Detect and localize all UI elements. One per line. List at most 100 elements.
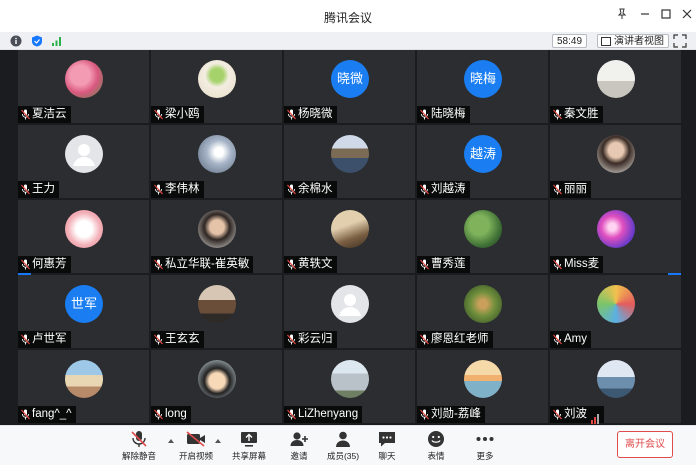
network-signal-icon[interactable] [51, 35, 63, 47]
participant-tile[interactable]: 私立华联-崔英敏 [151, 200, 282, 273]
participant-avatar [597, 60, 635, 98]
default-avatar-icon [65, 135, 103, 173]
unmute-label: 解除静音 [121, 451, 156, 461]
participant-avatar [65, 360, 103, 398]
participant-tile[interactable]: 廖恩红老师 [417, 275, 548, 348]
info-icon[interactable] [10, 35, 22, 47]
chat-button[interactable]: 聊天 [365, 430, 409, 464]
more-button[interactable]: 更多 [463, 430, 507, 464]
participant-avatar [65, 60, 103, 98]
participant-avatar: 晓梅 [464, 60, 502, 98]
participant-tile[interactable]: 世军 卢世军 [18, 275, 149, 348]
microphone-muted-icon [154, 184, 163, 195]
leave-meeting-button[interactable]: 离开会议 [617, 431, 673, 458]
participant-name: 曹秀莲 [431, 258, 466, 270]
microphone-muted-icon [21, 259, 30, 270]
participant-name-tag: 陆晓梅 [417, 106, 470, 123]
participant-tile[interactable]: 王力 [18, 125, 149, 198]
participant-name: 何惠芳 [32, 258, 67, 270]
participant-name: 余棉水 [298, 183, 333, 195]
participant-tile[interactable]: 余棉水 [284, 125, 415, 198]
default-avatar-icon [331, 285, 369, 323]
participant-tile[interactable]: long [151, 350, 282, 423]
participant-tile[interactable]: fang^_^ [18, 350, 149, 423]
microphone-muted-icon [154, 409, 163, 420]
audio-level-icon [591, 407, 600, 424]
participant-avatar [597, 210, 635, 248]
participant-name-tag: 曹秀莲 [417, 256, 470, 273]
reactions-button[interactable]: 表情 [414, 430, 458, 464]
participant-name: Miss麦 [564, 258, 600, 270]
microphone-muted-icon [553, 334, 562, 345]
shield-icon[interactable] [31, 35, 43, 47]
participant-avatar [198, 285, 236, 323]
participant-tile[interactable]: 梁小鸥 [151, 50, 282, 123]
smiley-icon [428, 431, 444, 447]
participant-name-tag: 刘勋-荔峰 [417, 406, 485, 423]
participant-name: fang^_^ [32, 408, 72, 420]
participant-name-tag: Amy [550, 331, 591, 348]
invite-button[interactable]: 邀请 [277, 430, 321, 464]
participant-name: 黄轶文 [298, 258, 333, 270]
pin-icon[interactable] [614, 8, 630, 24]
participant-tile[interactable]: 刘波 [550, 350, 681, 424]
minimize-icon[interactable] [637, 8, 653, 24]
share-screen-icon [241, 432, 257, 447]
participant-avatar [198, 135, 236, 173]
maximize-icon[interactable] [658, 8, 674, 24]
microphone-muted-icon [420, 409, 429, 420]
fullscreen-icon[interactable] [673, 34, 687, 48]
participant-tile[interactable]: 曹秀莲 [417, 200, 548, 273]
participant-avatar [331, 210, 369, 248]
participant-name: 陆晓梅 [431, 108, 466, 120]
participant-avatar [464, 210, 502, 248]
participant-tile[interactable]: LiZhenyang [284, 350, 415, 423]
participant-tile[interactable]: Amy [550, 275, 681, 348]
participant-tile[interactable]: 刘勋-荔峰 [417, 350, 548, 423]
participant-name: 私立华联-崔英敏 [165, 258, 250, 270]
participant-tile[interactable]: 夏洁云 [18, 50, 149, 123]
participant-tile[interactable]: 何惠芳 [18, 200, 149, 273]
participant-name: 丽丽 [564, 183, 587, 195]
participant-tile[interactable]: 越涛 刘越涛 [417, 125, 548, 198]
participant-tile[interactable]: 李伟林 [151, 125, 282, 198]
participant-tile[interactable]: 晓梅陆晓梅 [417, 50, 548, 123]
speaker-view-button[interactable]: 演讲者视图 [597, 34, 669, 48]
video-options-caret-icon[interactable] [215, 439, 221, 443]
window-title: 腾讯会议 [323, 11, 372, 25]
participant-name-tag: 杨晓微 [284, 106, 337, 123]
members-icon [336, 431, 350, 447]
participant-avatar [464, 285, 502, 323]
close-icon[interactable] [679, 8, 695, 24]
participant-tile[interactable]: 彩云归 [284, 275, 415, 348]
participant-avatar [464, 360, 502, 398]
participant-tile[interactable]: 晓微 杨晓微 [284, 50, 415, 123]
unmute-button[interactable]: 解除静音 [117, 430, 161, 464]
participant-avatar [331, 360, 369, 398]
participant-name-tag: 余棉水 [284, 181, 337, 198]
participant-tile[interactable]: 丽丽 [550, 125, 681, 198]
microphone-muted-icon [553, 184, 562, 195]
members-button[interactable]: 成员(35) [321, 430, 365, 464]
participant-avatar [597, 285, 635, 323]
participant-tile[interactable]: Miss麦 [550, 200, 681, 273]
participant-name-tag: long [151, 406, 191, 423]
participant-tile[interactable]: 王玄玄 [151, 275, 282, 348]
participant-avatar: 世军 [65, 285, 103, 323]
participant-avatar [198, 360, 236, 398]
participant-tile[interactable]: 秦文胜 [550, 50, 681, 123]
microphone-muted-icon [420, 184, 429, 195]
chat-icon [379, 432, 395, 447]
participant-name: 刘勋-荔峰 [431, 408, 481, 420]
participant-name: 廖恩红老师 [431, 333, 489, 345]
participant-name-tag: 夏洁云 [18, 106, 71, 123]
participant-avatar [597, 360, 635, 398]
participant-name: 秦文胜 [564, 108, 599, 120]
info-bar: 58:49 演讲者视图 [0, 32, 696, 50]
participant-tile[interactable]: 黄轶文 [284, 200, 415, 273]
share-screen-button[interactable]: 共享屏幕 [227, 430, 271, 464]
participant-name-tag: 李伟林 [151, 181, 204, 198]
start-video-button[interactable]: 开启视频 [174, 430, 218, 464]
participant-name: 杨晓微 [298, 108, 333, 120]
share-screen-label: 共享屏幕 [231, 451, 266, 461]
